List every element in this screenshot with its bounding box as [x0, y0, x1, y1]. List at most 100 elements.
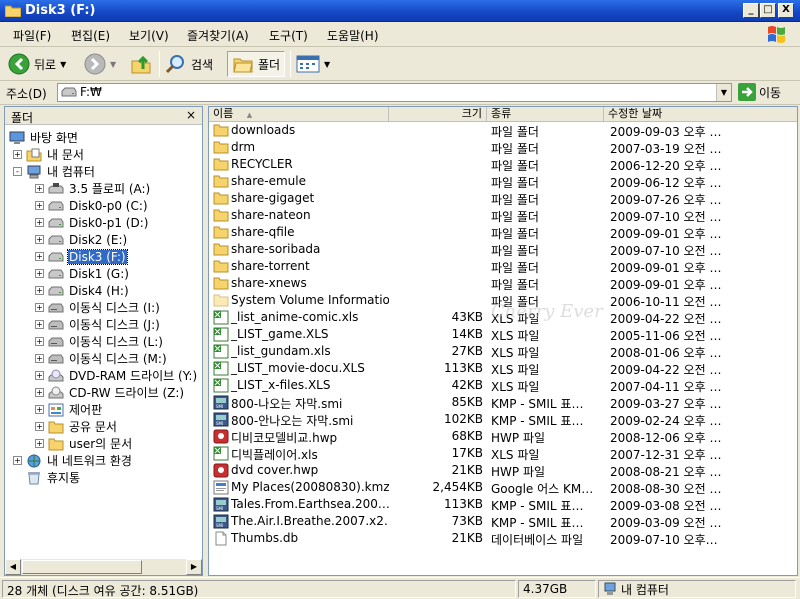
expand-icon[interactable]: +	[35, 337, 44, 346]
network-icon	[26, 454, 42, 468]
tree-item[interactable]: + 이동식 디스크 (M:)	[35, 350, 168, 367]
column-header-size[interactable]: 크기	[389, 107, 487, 122]
tree-item[interactable]: - 내 컴퓨터	[13, 163, 96, 180]
file-row[interactable]: Thumbs.db 21KB 데이터베이스 파일 2009-07-10 오후…	[209, 530, 797, 547]
file-row[interactable]: SMI 800-나오는 자막.smi 85KB KMP - SMIL 표… 2009-0…	[209, 394, 797, 411]
forward-dropdown-icon[interactable]: ▼	[110, 60, 116, 69]
tree-item[interactable]: + Disk0-p1 (D:)	[35, 214, 149, 231]
up-folder-button[interactable]	[130, 51, 152, 77]
forward-button[interactable]: ▼	[84, 51, 116, 77]
scroll-left-icon[interactable]: ◀	[5, 559, 21, 575]
file-row[interactable]: 디빅플레이어.xls 17KB XLS 파일 2007-12-31 오후 …	[209, 445, 797, 462]
file-row[interactable]: SMI Tales.From.Earthsea.200… 113KB KMP - SM…	[209, 496, 797, 513]
expand-icon[interactable]: +	[35, 405, 44, 414]
search-button[interactable]: 검색	[165, 51, 213, 77]
expand-icon[interactable]: +	[35, 252, 44, 261]
file-row[interactable]: downloads 파일 폴더 2009-09-03 오후 …	[209, 122, 797, 139]
tree-item[interactable]: + 내 네트워크 환경	[13, 452, 133, 469]
tree-item[interactable]: + Disk4 (H:)	[35, 282, 130, 299]
expand-icon[interactable]: +	[35, 235, 44, 244]
back-dropdown-icon[interactable]: ▼	[60, 60, 66, 69]
tree-item[interactable]: + user의 문서	[35, 435, 133, 452]
file-row[interactable]: share-gigaget 파일 폴더 2009-07-26 오후 …	[209, 190, 797, 207]
file-row[interactable]: RECYCLER 파일 폴더 2006-12-20 오후 …	[209, 156, 797, 173]
column-header-type[interactable]: 종류	[487, 107, 604, 122]
folders-pane-close-button[interactable]: ×	[186, 108, 196, 122]
tree-item[interactable]: + Disk0-p0 (C:)	[35, 197, 149, 214]
tree-item[interactable]: + 이동식 디스크 (L:)	[35, 333, 164, 350]
expand-icon[interactable]: +	[35, 218, 44, 227]
file-row[interactable]: SMI 800-안나오는 자막.smi 102KB KMP - SMIL 표… 2009…	[209, 411, 797, 428]
expand-icon[interactable]: +	[35, 388, 44, 397]
tree-item[interactable]: 바탕 화면	[9, 129, 79, 146]
expand-icon[interactable]: +	[13, 456, 22, 465]
address-input[interactable]: F:₩ ▼	[57, 83, 732, 102]
scroll-right-icon[interactable]: ▶	[186, 559, 202, 575]
file-row[interactable]: _list_gundam.xls 27KB XLS 파일 2008-01-06 오후 …	[209, 343, 797, 360]
views-button[interactable]: ▼	[296, 51, 330, 77]
file-row[interactable]: share-xnews 파일 폴더 2009-09-01 오후 …	[209, 275, 797, 292]
smi-file-icon: SMI	[213, 514, 229, 529]
tree-item[interactable]: + 내 문서	[13, 146, 85, 163]
go-button[interactable]: 이동	[738, 83, 781, 101]
tree-item[interactable]: + 이동식 디스크 (I:)	[35, 299, 161, 316]
back-button[interactable]: 뒤로 ▼	[8, 51, 66, 77]
file-row[interactable]: _LIST_game.XLS 14KB XLS 파일 2005-11-06 오전 …	[209, 326, 797, 343]
column-header-modified[interactable]: 수정한 날짜	[604, 107, 797, 122]
file-row[interactable]: _LIST_movie-docu.XLS 113KB XLS 파일 2009-04-2…	[209, 360, 797, 377]
file-row[interactable]: _LIST_x-files.XLS 42KB XLS 파일 2007-04-11 오후…	[209, 377, 797, 394]
file-row[interactable]: share-nateon 파일 폴더 2009-07-10 오전 …	[209, 207, 797, 224]
column-header-name[interactable]: 이름 ▲	[209, 107, 389, 122]
tree-horizontal-scrollbar[interactable]: ◀ ▶	[5, 559, 202, 575]
file-row[interactable]: drm 파일 폴더 2007-03-19 오전 …	[209, 139, 797, 156]
menu-tools[interactable]: 도구(T)	[269, 27, 308, 44]
scrollbar-thumb[interactable]	[22, 560, 142, 574]
tree-item-label: Disk1 (G:)	[69, 266, 129, 281]
menu-favorites[interactable]: 즐겨찾기(A)	[187, 27, 249, 44]
tree-item[interactable]: + 제어판	[35, 401, 103, 418]
close-button[interactable]: X	[778, 3, 794, 18]
tree-item[interactable]: + Disk2 (E:)	[35, 231, 128, 248]
menu-file[interactable]: 파일(F)	[13, 27, 51, 44]
file-row[interactable]: dvd cover.hwp 21KB HWP 파일 2008-08-21 오후 …	[209, 462, 797, 479]
expand-icon[interactable]: +	[35, 439, 44, 448]
tree-item[interactable]: + CD-RW 드라이브 (Z:)	[35, 384, 185, 401]
menu-help[interactable]: 도움말(H)	[327, 27, 379, 44]
file-row[interactable]: share-emule 파일 폴더 2009-06-12 오후 …	[209, 173, 797, 190]
expand-icon[interactable]: +	[35, 201, 44, 210]
menu-view[interactable]: 보기(V)	[129, 27, 169, 44]
tree-item[interactable]: + Disk3 (F:)	[35, 248, 128, 265]
expand-icon[interactable]: +	[35, 320, 44, 329]
expand-icon[interactable]: +	[35, 184, 44, 193]
expand-icon[interactable]: +	[35, 286, 44, 295]
file-row[interactable]: 디비코모델비교.hwp 68KB HWP 파일 2008-12-06 오후 …	[209, 428, 797, 445]
file-size: 2,454KB	[432, 480, 483, 494]
tree-item-label: CD-RW 드라이브 (Z:)	[69, 386, 185, 400]
file-type: KMP - SMIL 표…	[491, 397, 584, 411]
tree-item[interactable]: 휴지통	[13, 469, 81, 486]
file-row[interactable]: share-qfile 파일 폴더 2009-09-01 오후 …	[209, 224, 797, 241]
file-row[interactable]: share-soribada 파일 폴더 2009-07-10 오전 …	[209, 241, 797, 258]
file-row[interactable]: My Places(20080830).kmz 2,454KB Google 어스 …	[209, 479, 797, 496]
tree-item[interactable]: +3.5 플로피 (A:)	[35, 180, 151, 197]
expand-icon[interactable]: +	[35, 303, 44, 312]
tree-item[interactable]: + 이동식 디스크 (J:)	[35, 316, 161, 333]
tree-item[interactable]: + 공유 문서	[35, 418, 118, 435]
views-dropdown-icon[interactable]: ▼	[324, 60, 330, 69]
expand-icon[interactable]: +	[35, 354, 44, 363]
expand-icon[interactable]: +	[13, 150, 22, 159]
folders-button[interactable]: 폴더	[227, 51, 286, 77]
minimize-button[interactable]: _	[743, 3, 759, 18]
menu-edit[interactable]: 편집(E)	[71, 27, 110, 44]
expand-icon[interactable]: +	[35, 269, 44, 278]
file-name: Thumbs.db	[231, 531, 299, 545]
file-row[interactable]: SMI The.Air.I.Breathe.2007.x2… 73KB KMP - S…	[209, 513, 797, 530]
tree-item[interactable]: + Disk1 (G:)	[35, 265, 130, 282]
tree-item[interactable]: + DVD-RAM 드라이브 (Y:)	[35, 367, 198, 384]
collapse-icon[interactable]: -	[13, 167, 22, 176]
expand-icon[interactable]: +	[35, 371, 44, 380]
address-dropdown-icon[interactable]: ▼	[716, 84, 731, 101]
maximize-button[interactable]: □	[760, 3, 776, 18]
expand-icon[interactable]: +	[35, 422, 44, 431]
file-row[interactable]: share-torrent 파일 폴더 2009-09-01 오후 …	[209, 258, 797, 275]
